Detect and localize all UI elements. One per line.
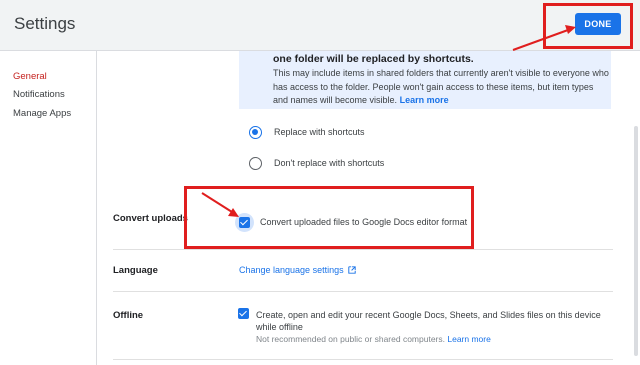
arrow-to-done-icon	[512, 25, 576, 51]
arrow-to-convert-icon	[201, 192, 239, 217]
annotation-arrows	[201, 25, 576, 217]
